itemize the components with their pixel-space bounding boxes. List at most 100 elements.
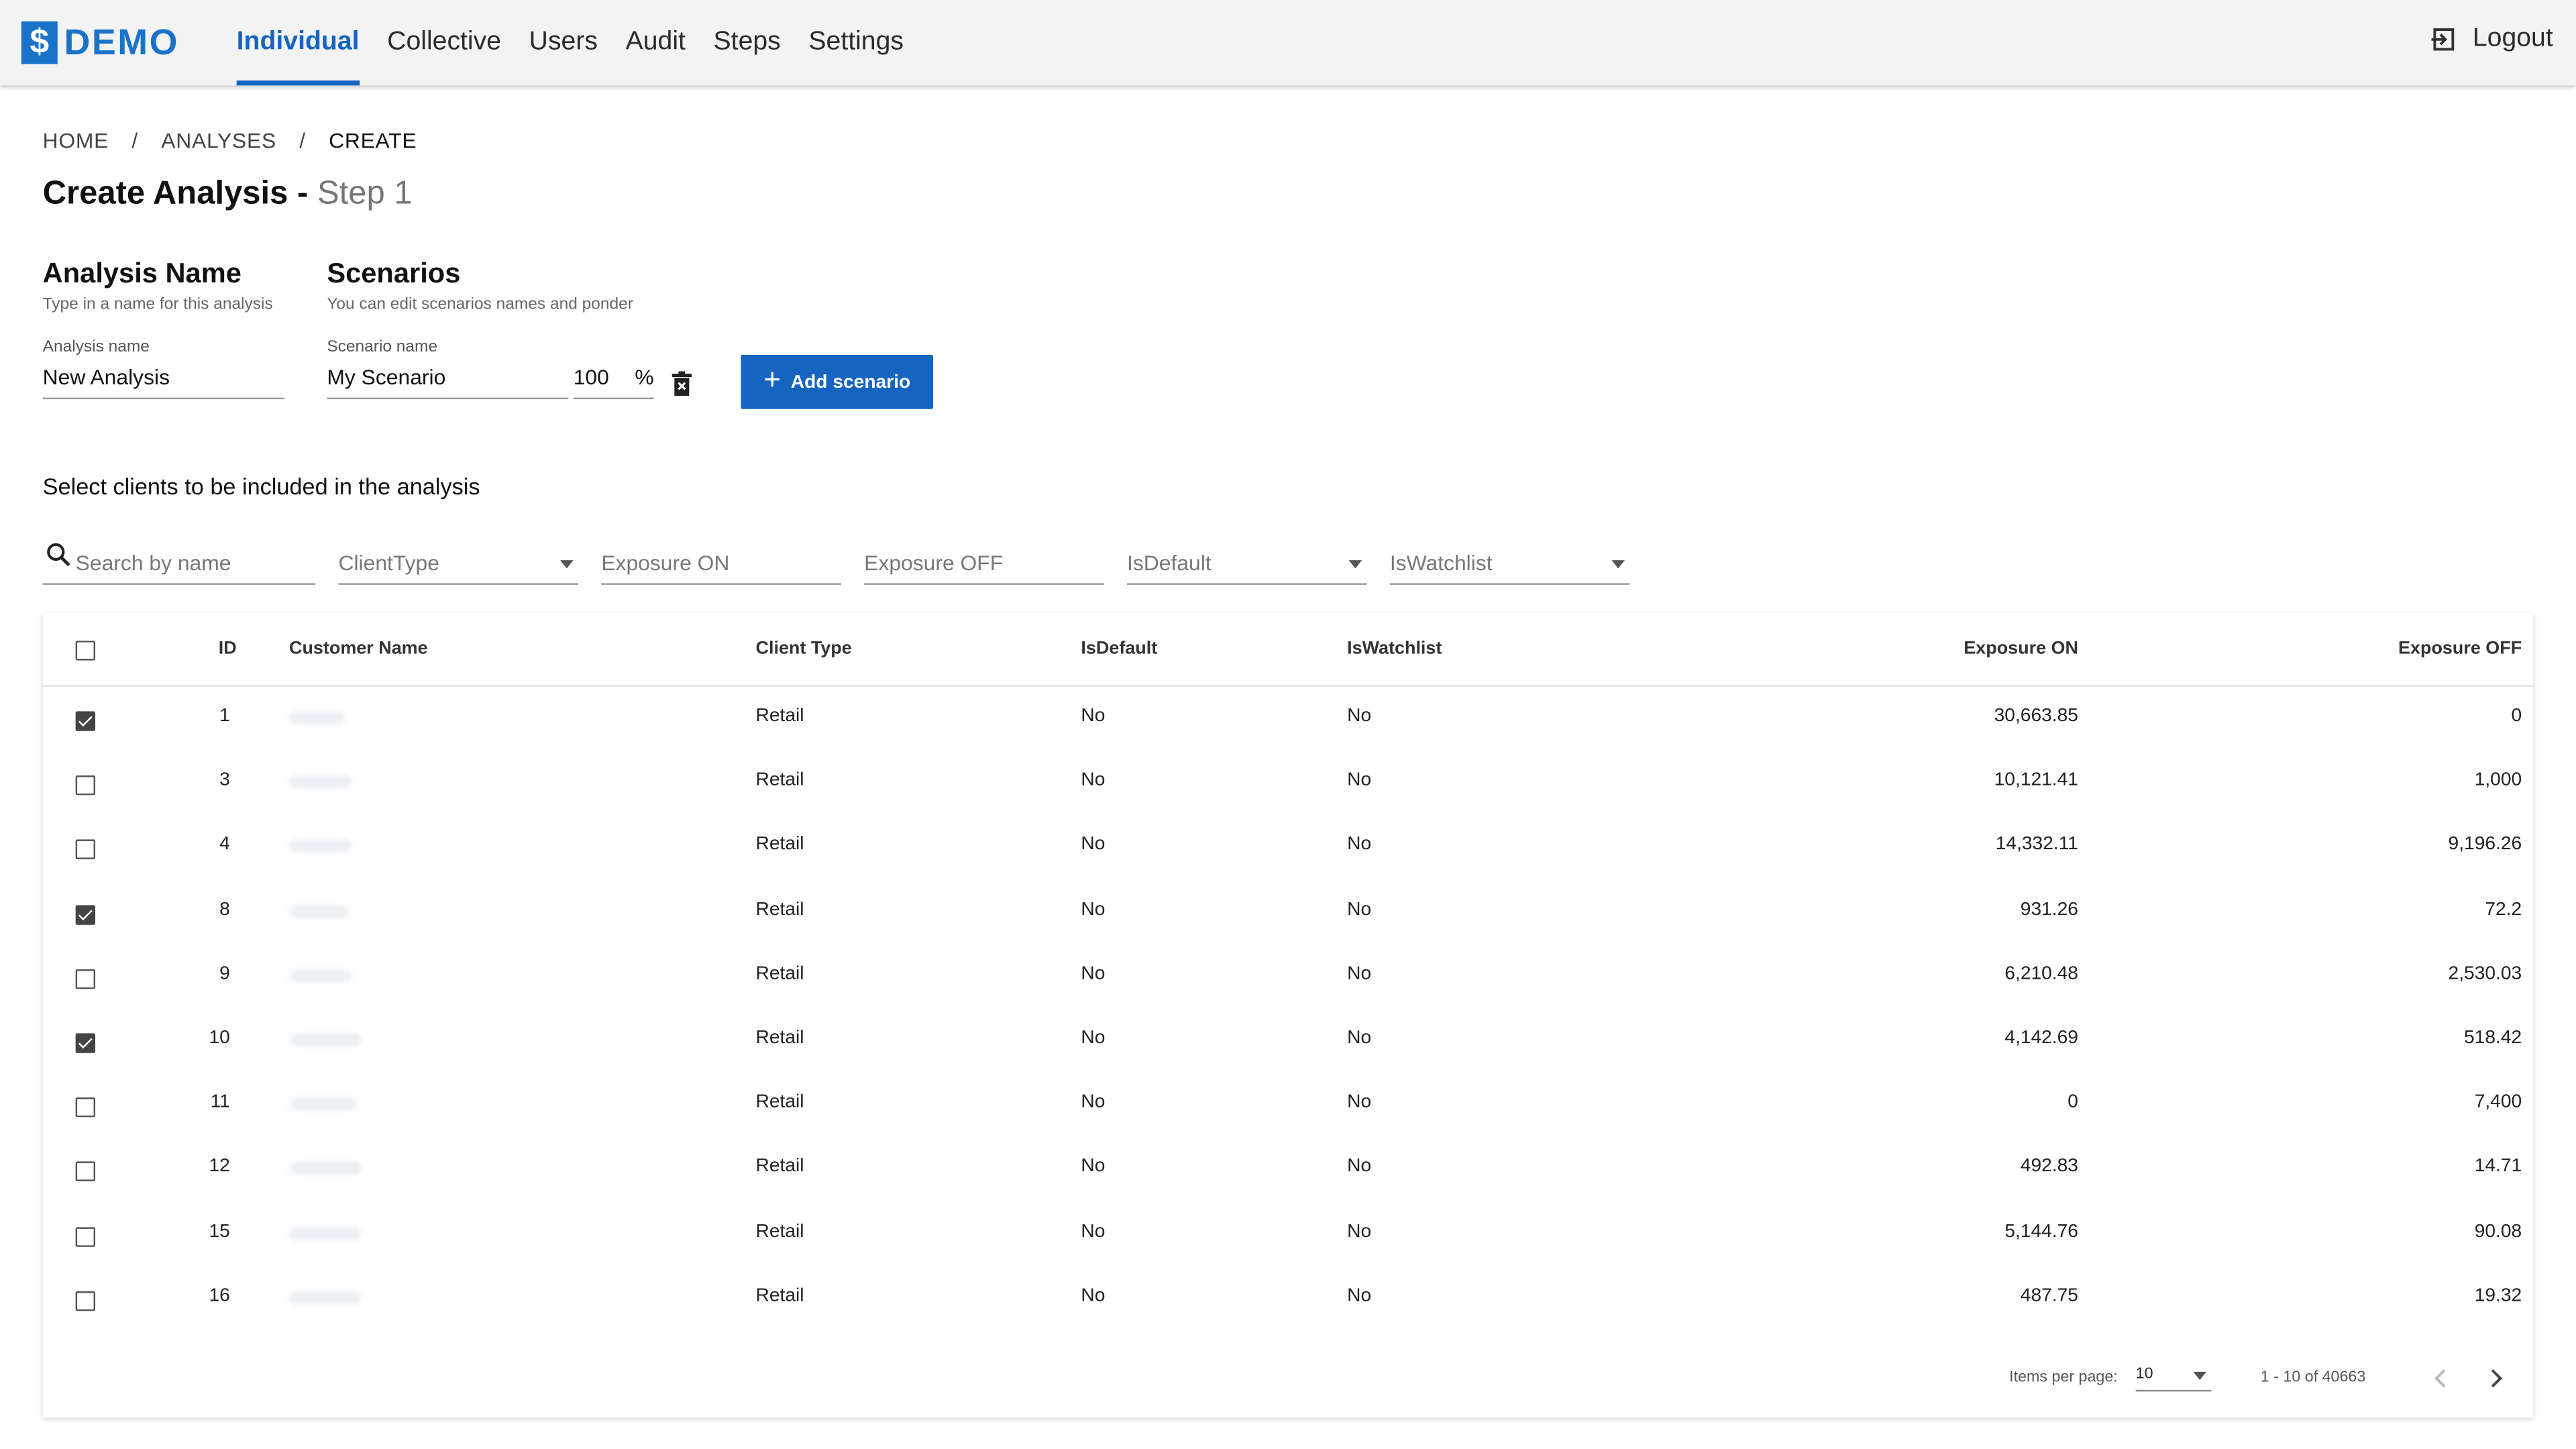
is-default-filter-label: IsDefault [1127, 550, 1212, 576]
column-header-is-watchlist[interactable]: IsWatchlist [1347, 639, 1442, 659]
cell-client-type: Retail [755, 1157, 804, 1177]
dropdown-arrow-icon [560, 560, 574, 569]
cell-id: 1 [219, 706, 230, 727]
table-row[interactable]: 3 Retail No No 10,121.41 1,000 [43, 753, 2534, 817]
select-all-checkbox[interactable] [75, 641, 96, 661]
is-watchlist-filter-label: IsWatchlist [1389, 550, 1493, 576]
column-header-client-type[interactable]: Client Type [756, 639, 852, 659]
analysis-name-label: Analysis name [42, 338, 150, 357]
add-scenario-button[interactable]: + Add scenario [741, 354, 934, 409]
row-checkbox[interactable] [75, 1226, 96, 1246]
table-row[interactable]: 11 Retail No No 0 7,400 [43, 1075, 2534, 1139]
clients-table: ID Customer Name Client Type IsDefault I… [42, 612, 2534, 1418]
nav-item-users[interactable]: Users [529, 0, 598, 85]
cell-id: 3 [219, 771, 230, 791]
cell-is-watchlist: No [1347, 1222, 1372, 1242]
cell-exposure-off: 9,196.26 [2448, 835, 2522, 855]
logout-button[interactable]: Logout [2430, 25, 2553, 54]
column-header-exposure-on[interactable]: Exposure ON [1750, 639, 2078, 659]
cell-is-watchlist: No [1347, 1093, 1372, 1113]
row-checkbox[interactable] [75, 775, 96, 796]
table-row[interactable]: 9 Retail No No 6,210.48 2,530.03 [43, 946, 2534, 1010]
cell-exposure-off: 0 [2511, 706, 2522, 727]
table-row[interactable]: 16 Retail No No 487.75 19.32 [43, 1268, 2534, 1332]
column-header-name[interactable]: Customer Name [289, 639, 428, 659]
exposure-on-filter-label: Exposure ON [601, 550, 730, 576]
table-row[interactable]: 10 Retail No No 4,142.69 518.42 [43, 1010, 2534, 1075]
cell-is-watchlist: No [1347, 835, 1372, 855]
client-type-filter[interactable]: ClientType [338, 547, 579, 585]
app-logo[interactable]: $ DEMO [21, 21, 179, 64]
scenarios-subtitle: You can edit scenarios names and ponder [327, 295, 633, 314]
search-by-name-input[interactable]: Search by name [42, 543, 316, 585]
table-row[interactable]: 12 Retail No No 492.83 14.71 [43, 1139, 2534, 1203]
row-checkbox[interactable] [75, 1097, 96, 1118]
app-root: $ DEMO Individual Collective Users Audit Ste… [0, 0, 2576, 1444]
column-header-is-default[interactable]: IsDefault [1081, 639, 1157, 659]
cell-id: 11 [210, 1093, 230, 1113]
row-checkbox[interactable] [75, 904, 96, 924]
table-header: ID Customer Name Client Type IsDefault I… [42, 612, 2534, 687]
cell-customer-name-redacted [289, 1226, 362, 1240]
exposure-on-filter[interactable]: Exposure ON [601, 547, 841, 585]
items-per-page-label: Items per page: [2009, 1368, 2118, 1387]
cell-is-default: No [1081, 1028, 1106, 1049]
column-header-exposure-off[interactable]: Exposure OFF [2193, 639, 2522, 659]
scenario-name-input[interactable]: My Scenario [327, 362, 569, 400]
breadcrumb-home[interactable]: HOME [43, 128, 109, 153]
ponder-value: 100 [573, 364, 609, 390]
client-type-filter-label: ClientType [338, 550, 439, 576]
cell-exposure-on: 4,142.69 [2004, 1028, 2078, 1049]
cell-client-type: Retail [755, 900, 804, 920]
add-scenario-label: Add scenario [790, 372, 911, 392]
table-row[interactable]: 8 Retail No No 931.26 72.2 [43, 881, 2534, 946]
breadcrumb: HOME / ANALYSES / CREATE [43, 128, 417, 153]
items-per-page-select[interactable]: 10 [2135, 1362, 2212, 1392]
table-row[interactable]: 15 Retail No No 5,144.76 90.08 [43, 1203, 2534, 1268]
cell-is-default: No [1081, 1286, 1106, 1306]
search-icon [47, 543, 70, 567]
row-checkbox[interactable] [75, 1162, 96, 1182]
nav-item-steps[interactable]: Steps [714, 0, 781, 85]
previous-page-button[interactable] [2433, 1367, 2449, 1397]
dollar-logo-icon: $ [21, 21, 58, 64]
cell-exposure-on: 5,144.76 [2004, 1222, 2078, 1242]
exposure-off-filter[interactable]: Exposure OFF [864, 547, 1104, 585]
cell-is-default: No [1081, 1093, 1106, 1113]
analysis-name-input[interactable]: New Analysis [42, 362, 284, 400]
analysis-name-heading: Analysis Name [42, 258, 241, 290]
is-watchlist-filter[interactable]: IsWatchlist [1389, 547, 1630, 585]
cell-is-watchlist: No [1347, 964, 1372, 984]
chevron-left-icon [2434, 1369, 2446, 1388]
cell-is-watchlist: No [1347, 706, 1372, 727]
cell-exposure-on: 931.26 [2020, 900, 2078, 920]
row-checkbox[interactable] [75, 1291, 96, 1311]
nav-item-audit[interactable]: Audit [626, 0, 686, 85]
next-page-button[interactable] [2487, 1367, 2504, 1397]
chevron-right-icon [2491, 1369, 2503, 1388]
is-default-filter[interactable]: IsDefault [1127, 547, 1367, 585]
page-step: Step 1 [317, 176, 413, 212]
delete-scenario-button[interactable] [672, 371, 692, 404]
row-checkbox[interactable] [75, 1033, 96, 1053]
main-nav: Individual Collective Users Audit Steps Setti… [236, 0, 932, 86]
scenario-ponder-input[interactable]: 100 % [573, 362, 654, 400]
cell-customer-name-redacted [289, 1033, 362, 1047]
cell-id: 4 [219, 835, 230, 855]
breadcrumb-analyses[interactable]: ANALYSES [161, 128, 276, 153]
row-checkbox[interactable] [75, 969, 96, 989]
cell-id: 10 [209, 1028, 230, 1049]
cell-is-default: No [1081, 706, 1106, 727]
column-header-id[interactable]: ID [219, 639, 237, 659]
nav-item-settings[interactable]: Settings [808, 0, 904, 85]
nav-item-collective[interactable]: Collective [387, 0, 501, 85]
nav-item-individual[interactable]: Individual [236, 0, 360, 86]
table-row[interactable]: 1 Retail No No 30,663.85 0 [43, 688, 2534, 753]
cell-customer-name-redacted [289, 711, 345, 725]
table-row[interactable]: 4 Retail No No 14,332.11 9,196.26 [43, 817, 2534, 881]
cell-exposure-off: 90.08 [2474, 1222, 2522, 1242]
cell-client-type: Retail [755, 835, 804, 855]
row-checkbox[interactable] [75, 840, 96, 860]
row-checkbox[interactable] [75, 711, 96, 731]
cell-exposure-off: 14.71 [2474, 1157, 2522, 1177]
